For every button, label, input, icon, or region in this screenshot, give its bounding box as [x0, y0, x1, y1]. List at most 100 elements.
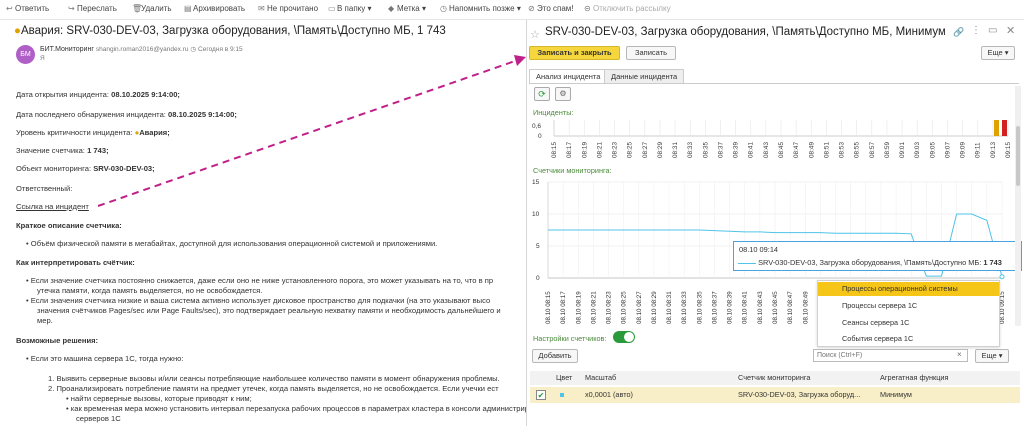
series-swatch: [738, 262, 756, 264]
col-scale: Масштаб: [585, 371, 617, 385]
x-tick-label: 08.10 08:19: [575, 291, 582, 324]
col-color: Цвет: [556, 371, 573, 385]
menu-item-os-processes[interactable]: Процессы операционной системы: [818, 282, 999, 296]
more-button[interactable]: Еще ▾: [981, 46, 1015, 60]
link-icon[interactable]: 🔗: [953, 27, 964, 38]
x-tick-label: 08.10 08:29: [651, 291, 658, 324]
search-input[interactable]: [813, 349, 968, 362]
x-tick-label: 08:59: [884, 142, 891, 158]
x-tick-label: 08:17: [566, 142, 573, 158]
x-tick-label: 08.10 08:39: [727, 291, 734, 324]
x-tick-label: 08.10 08:17: [560, 291, 567, 324]
col-counter: Счетчик мониторинга: [738, 371, 811, 385]
x-tick-label: 09:01: [899, 142, 906, 158]
settings-icon[interactable]: ⚙: [555, 87, 571, 101]
x-tick-label: 08.10 08:35: [696, 291, 703, 324]
x-tick-label: 09:15: [1005, 142, 1012, 158]
x-tick-label: 09:07: [944, 142, 951, 158]
settings-toggle[interactable]: [613, 331, 635, 343]
x-tick-label: 08.10 09:15: [999, 291, 1006, 324]
star-icon[interactable]: ☆: [530, 28, 540, 41]
add-button[interactable]: Добавить: [532, 349, 578, 363]
window-title: SRV-030-DEV-03, Загрузка оборудования, \…: [545, 26, 945, 38]
analysis-menu: Процессы операционной системы Процессы с…: [817, 280, 1000, 347]
scrollbar[interactable]: [1015, 86, 1021, 326]
refresh-icon[interactable]: ⟳: [534, 87, 550, 101]
x-tick-label: 08.10 08:49: [802, 291, 809, 324]
incident-bar: [1002, 120, 1007, 136]
x-tick-label: 08.10 08:15: [545, 291, 552, 324]
tab-data[interactable]: Данные инцидента: [604, 69, 685, 83]
x-tick-label: 08:21: [596, 142, 603, 158]
y-tick-label: 0: [538, 133, 542, 140]
col-function: Агрегатная функция: [880, 371, 949, 385]
x-tick-label: 08.10 08:47: [787, 291, 794, 324]
x-tick-label: 08:45: [778, 142, 785, 158]
x-tick-label: 08:23: [612, 142, 619, 158]
x-tick-label: 08.10 08:23: [606, 291, 613, 324]
menu-item-1c-events[interactable]: События сервера 1С: [818, 332, 999, 346]
x-tick-label: 08:29: [657, 142, 664, 158]
y-tick-label: 5: [536, 243, 540, 250]
settings-label: Настройки счетчиков:: [533, 334, 607, 343]
x-tick-label: 09:09: [960, 142, 967, 158]
x-tick-label: 08:25: [627, 142, 634, 158]
x-tick-label: 08:51: [823, 142, 830, 158]
x-tick-label: 09:03: [914, 142, 921, 158]
x-tick-label: 08:37: [717, 142, 724, 158]
row-function: Минимум: [880, 390, 912, 399]
highlight-point: [999, 274, 1005, 280]
tab-analysis[interactable]: Анализ инцидента: [529, 69, 608, 83]
x-tick-label: 08.10 08:31: [666, 291, 673, 324]
row-counter: SRV-030-DEV-03, Загрузка оборуд...: [738, 390, 861, 399]
x-tick-label: 08:39: [733, 142, 740, 158]
x-tick-label: 08.10 08:25: [621, 291, 628, 324]
row-color-swatch: [560, 393, 564, 397]
incidents-chart: 08:15 08:17 08:19 08:21 08:23 08:25 08:27 08:29…: [532, 120, 1012, 158]
x-tick-label: 08:43: [763, 142, 770, 158]
more-button-table[interactable]: Еще ▾: [975, 349, 1009, 363]
y-tick-label: 15: [532, 179, 540, 186]
y-tick-label: 0: [536, 275, 540, 282]
row-checkbox[interactable]: ✔: [536, 390, 546, 400]
x-tick-label: 08:35: [702, 142, 709, 158]
x-tick-label: 08.10 08:45: [772, 291, 779, 324]
x-tick-label: 08:31: [672, 142, 679, 158]
x-tick-label: 08:53: [839, 142, 846, 158]
x-tick-label: 08:15: [551, 142, 558, 158]
chart-tooltip: 08.10 09:14 SRV-030-DEV-03, Загрузка обо…: [733, 241, 1022, 271]
tooltip-time: 08.10 09:14: [739, 245, 779, 254]
save-button[interactable]: Записать: [626, 46, 676, 60]
more-icon[interactable]: ⋮: [971, 25, 981, 36]
x-tick-label: 08:49: [808, 142, 815, 158]
counters-table: Цвет Масштаб Счетчик мониторинга Агрегат…: [530, 371, 1020, 426]
x-tick-label: 09:13: [990, 142, 997, 158]
menu-item-1c-sessions[interactable]: Сеансы сервера 1С: [818, 316, 999, 330]
y-tick-label: 0,6: [532, 123, 541, 130]
maximize-icon[interactable]: ▭: [988, 25, 997, 36]
x-tick-label: 08:33: [687, 142, 694, 158]
close-icon[interactable]: ✕: [1006, 24, 1015, 37]
x-tick-label: 08.10 08:27: [636, 291, 643, 324]
x-tick-label: 09:11: [975, 142, 982, 158]
x-tick-label: 08:55: [854, 142, 861, 158]
tab-divider: [529, 83, 1019, 84]
incidents-label: Инциденты:: [533, 108, 574, 117]
x-tick-label: 08:19: [581, 142, 588, 158]
save-close-button[interactable]: Записать и закрыть: [529, 46, 620, 60]
incident-bar: [994, 120, 999, 136]
x-tick-label: 08:47: [793, 142, 800, 158]
x-tick-label: 08:57: [869, 142, 876, 158]
row-scale: x0,0001 (авто): [585, 390, 633, 399]
tooltip-row: SRV-030-DEV-03, Загрузка оборудования, \…: [738, 258, 1020, 267]
x-tick-label: 09:05: [929, 142, 936, 158]
x-tick-label: 08:41: [748, 142, 755, 158]
x-tick-label: 08.10 08:41: [742, 291, 749, 324]
y-tick-label: 10: [532, 211, 540, 218]
x-tick-label: 08.10 08:43: [757, 291, 764, 324]
x-tick-label: 08.10 08:37: [711, 291, 718, 324]
clear-search-icon[interactable]: ×: [957, 350, 962, 359]
x-tick-label: 08.10 08:33: [681, 291, 688, 324]
menu-item-1c-processes[interactable]: Процессы сервера 1С: [818, 299, 999, 313]
x-tick-label: 08.10 08:21: [590, 291, 597, 324]
